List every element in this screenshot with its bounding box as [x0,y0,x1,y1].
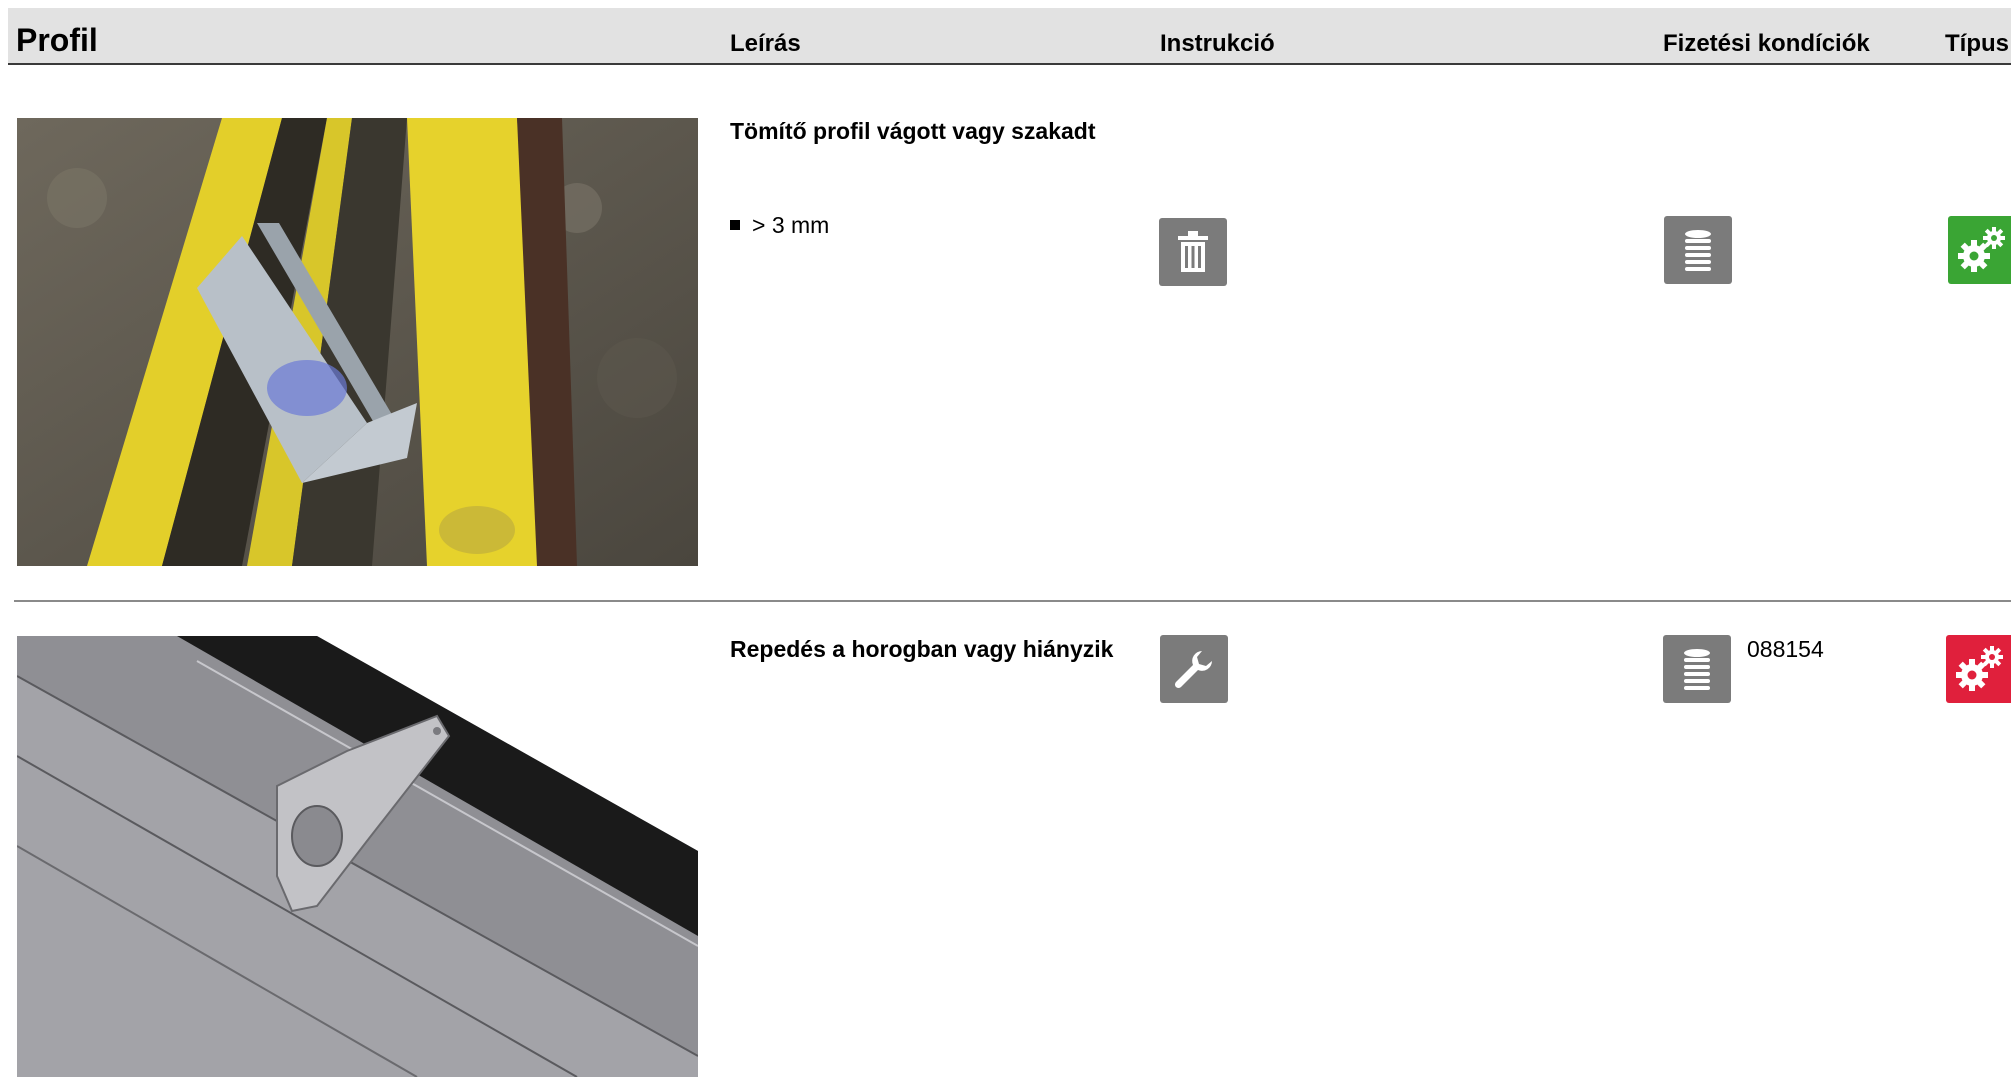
column-header-description: Leírás [730,30,801,57]
wrench-icon[interactable] [1160,635,1228,703]
profile-photo [17,118,698,566]
row-title: Tömítő profil vágott vagy szakadt [730,118,1096,144]
coin-stack-icon[interactable] [1663,635,1731,703]
condition-bullet: > 3 mm [730,212,829,239]
column-header-instruction: Instrukció [1160,30,1275,57]
coin-stack-icon[interactable] [1664,216,1732,284]
part-number: 088154 [1747,636,1824,662]
row-divider [14,600,2011,602]
trash-icon[interactable] [1159,218,1227,286]
profile-drawing [17,636,698,1077]
page-title: Profil [16,22,98,58]
gears-icon[interactable] [1948,216,2011,284]
table-header: Profil Leírás Instrukció Fizetési kondíc… [8,8,2011,65]
column-header-type: Típus [1945,30,2009,57]
condition-text: > 3 mm [752,212,830,238]
column-header-payment: Fizetési kondíciók [1663,30,1870,57]
gears-icon[interactable] [1946,635,2011,703]
row-title: Repedés a horogban vagy hiányzik [730,636,1114,662]
bullet-icon [730,220,740,230]
